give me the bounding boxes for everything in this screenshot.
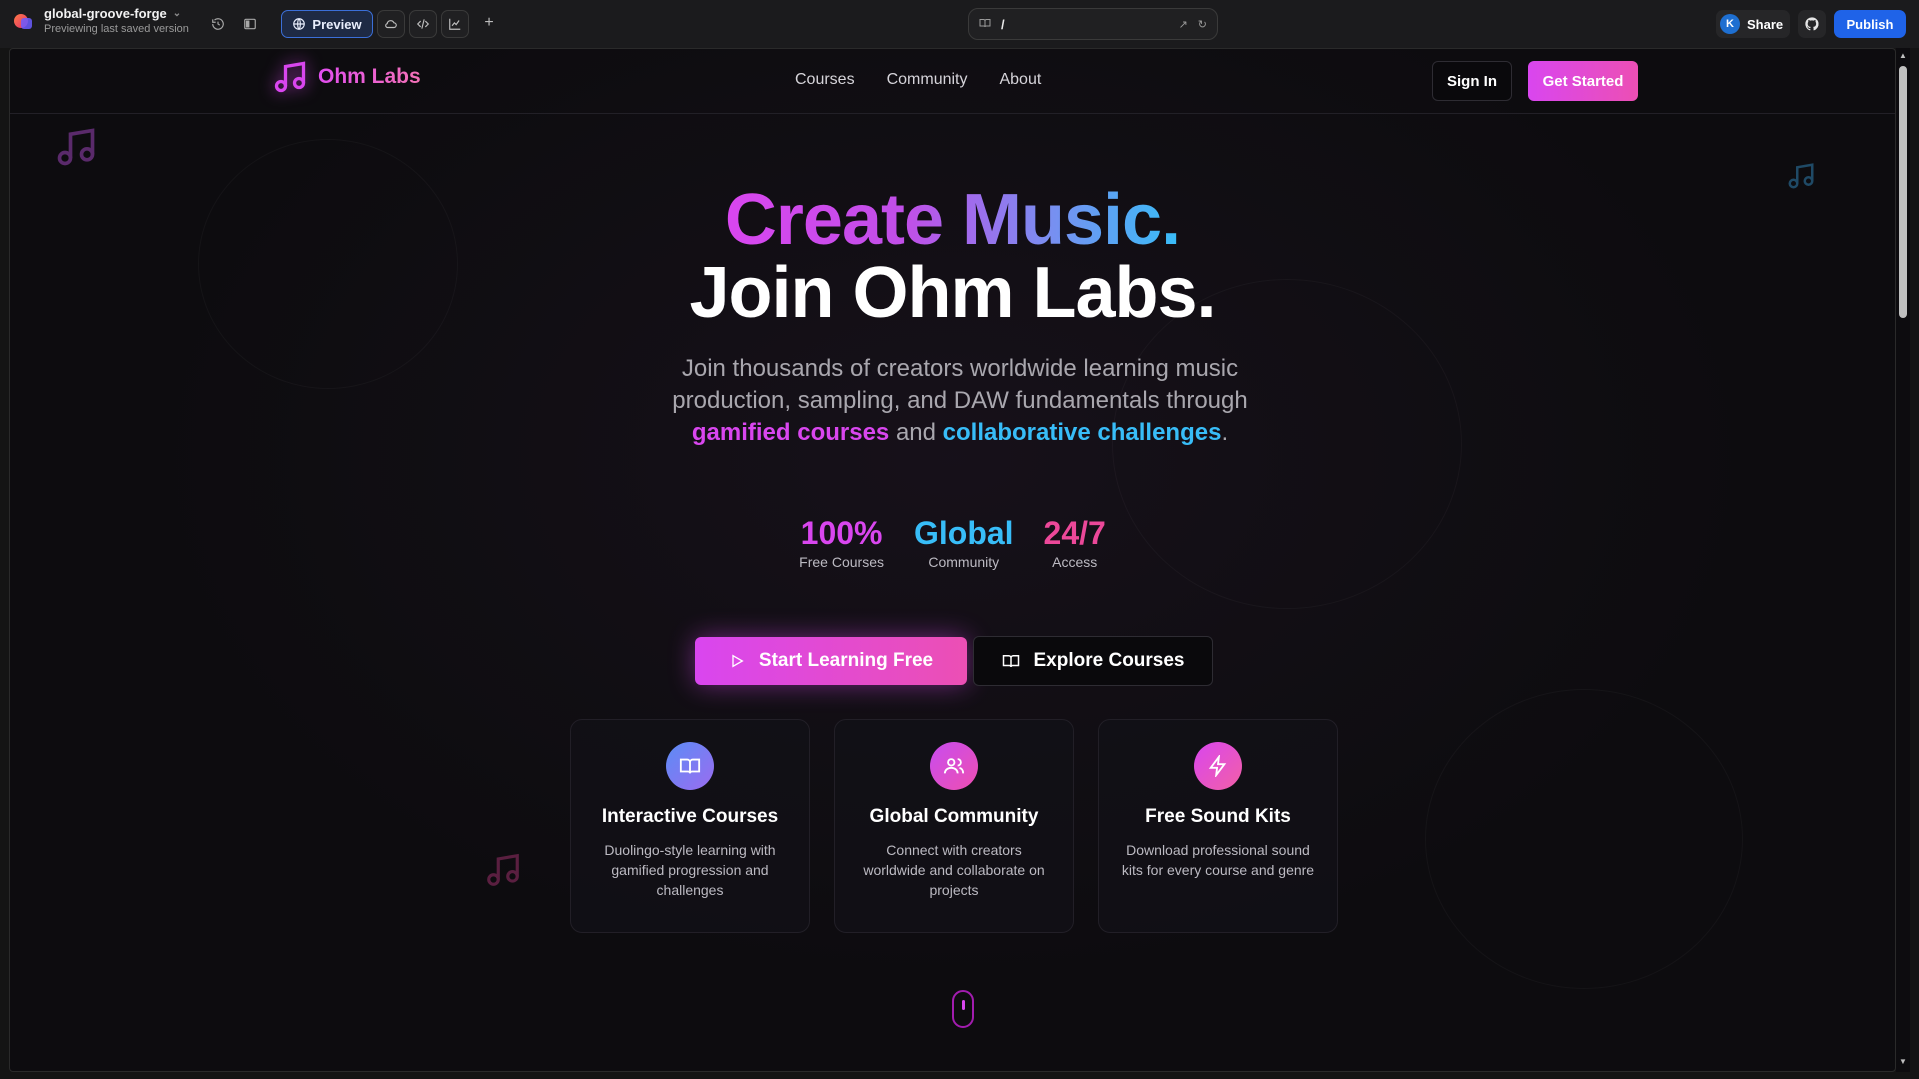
hero-title-gradient: Create Music. <box>724 180 1181 260</box>
project-switcher[interactable]: global-groove-forge ⌄ Previewing last sav… <box>14 6 189 35</box>
project-status: Previewing last saved version <box>44 23 189 35</box>
stat-label: Community <box>928 554 1000 570</box>
sidebar-toggle-icon[interactable] <box>239 13 261 35</box>
open-external-icon[interactable]: ↗ <box>1179 18 1188 31</box>
decorative-ring <box>1425 689 1743 989</box>
feature-title: Interactive Courses <box>601 806 779 827</box>
page-icon <box>979 17 991 32</box>
feature-description: Connect with creators worldwide and coll… <box>863 842 1045 898</box>
highlight-collaborative-challenges: collaborative challenges <box>942 419 1222 446</box>
avatar: K <box>1720 14 1740 34</box>
highlight-gamified-courses: gamified courses <box>691 419 890 446</box>
feature-title: Global Community <box>869 806 1039 827</box>
scroll-indicator-icon[interactable] <box>952 990 974 1028</box>
hero-subtitle-and: and <box>895 419 936 446</box>
stat-item: 24/7 Access <box>1044 515 1106 570</box>
scrollbar-thumb[interactable] <box>1899 66 1907 318</box>
share-label: Share <box>1747 16 1784 32</box>
stat-item: 100% Free Courses <box>799 515 884 570</box>
chevron-down-icon: ⌄ <box>172 8 182 19</box>
play-icon <box>732 654 744 668</box>
site-nav-links: Courses Community About <box>795 71 1041 89</box>
analytics-button[interactable] <box>441 10 469 38</box>
preview-scrollbar[interactable]: ▲ ▼ <box>1896 48 1910 1072</box>
feature-card-free-sound-kits[interactable]: Free Sound Kits Download professional so… <box>1098 719 1338 933</box>
hero-title-line-1: Create Music. <box>10 179 1895 261</box>
feature-card-global-community[interactable]: Global Community Connect with creators w… <box>834 719 1074 933</box>
url-bar[interactable]: / ↗ ↻ <box>968 8 1218 40</box>
stat-value: 24/7 <box>1043 515 1106 551</box>
explore-courses-button[interactable]: Explore Courses <box>973 636 1213 686</box>
zap-icon <box>1194 742 1242 790</box>
project-name: global-groove-forge <box>44 6 167 21</box>
book-open-icon <box>1002 655 1019 668</box>
hero-subtitle: Join thousands of creators worldwide lea… <box>630 353 1290 449</box>
publish-button[interactable]: Publish <box>1834 10 1906 38</box>
code-icon <box>416 19 430 29</box>
history-icon[interactable] <box>207 13 229 35</box>
cloud-icon <box>385 20 397 29</box>
nav-link-courses[interactable]: Courses <box>795 71 855 89</box>
chart-icon <box>449 18 461 30</box>
stats-row: 100% Free Courses Global Community 24/7 … <box>10 515 1895 570</box>
stat-label: Free Courses <box>799 554 884 570</box>
feature-description: Duolingo-style learning with gamified pr… <box>604 842 776 898</box>
code-button[interactable] <box>409 10 437 38</box>
music-note-icon <box>57 128 95 166</box>
nav-link-about[interactable]: About <box>999 71 1041 89</box>
book-open-icon <box>666 742 714 790</box>
share-button[interactable]: K Share <box>1716 10 1790 38</box>
explore-courses-label: Explore Courses <box>1033 650 1185 671</box>
scroll-up-icon[interactable]: ▲ <box>1899 52 1907 60</box>
stat-label: Access <box>1052 554 1098 570</box>
refresh-icon[interactable]: ↻ <box>1198 18 1207 31</box>
brand-logo[interactable]: Ohm Labs <box>272 59 421 95</box>
hero-title-line-2: Join Ohm Labs. <box>689 253 1216 333</box>
stat-item: Global Community <box>914 515 1014 570</box>
url-path[interactable]: / <box>1001 17 1169 32</box>
hero-subtitle-text: Join thousands of creators worldwide lea… <box>672 355 1248 414</box>
music-note-icon <box>274 61 306 93</box>
users-icon <box>930 742 978 790</box>
ide-toolbar: global-groove-forge ⌄ Previewing last sav… <box>0 0 1919 48</box>
sign-in-button[interactable]: Sign In <box>1432 61 1512 101</box>
feature-title: Free Sound Kits <box>1145 806 1291 827</box>
preview-label: Preview <box>312 16 362 32</box>
preview-button[interactable]: Preview <box>281 10 373 38</box>
app-logo-icon <box>14 11 34 31</box>
feature-description: Download professional sound kits for eve… <box>1121 842 1315 878</box>
github-icon <box>1805 17 1819 31</box>
stat-value: Global <box>913 515 1014 551</box>
scroll-down-icon[interactable]: ▼ <box>1899 1058 1907 1066</box>
nav-link-community[interactable]: Community <box>887 71 968 89</box>
cloud-button[interactable] <box>377 10 405 38</box>
preview-frame: Ohm Labs Courses Community About Sign In… <box>9 48 1896 1072</box>
get-started-button[interactable]: Get Started <box>1528 61 1638 101</box>
site-header: Ohm Labs Courses Community About Sign In… <box>10 49 1895 114</box>
music-note-icon <box>487 853 519 886</box>
start-learning-button[interactable]: Start Learning Free <box>695 637 967 685</box>
start-learning-label: Start Learning Free <box>758 650 934 671</box>
feature-card-interactive-courses[interactable]: Interactive Courses Duolingo-style learn… <box>570 719 810 933</box>
globe-icon <box>293 18 306 30</box>
github-button[interactable] <box>1798 10 1826 38</box>
hero-subtitle-end: . <box>1221 419 1229 446</box>
add-icon[interactable]: + <box>478 12 500 34</box>
brand-name: Ohm Labs <box>318 65 421 88</box>
stat-value: 100% <box>800 515 883 551</box>
